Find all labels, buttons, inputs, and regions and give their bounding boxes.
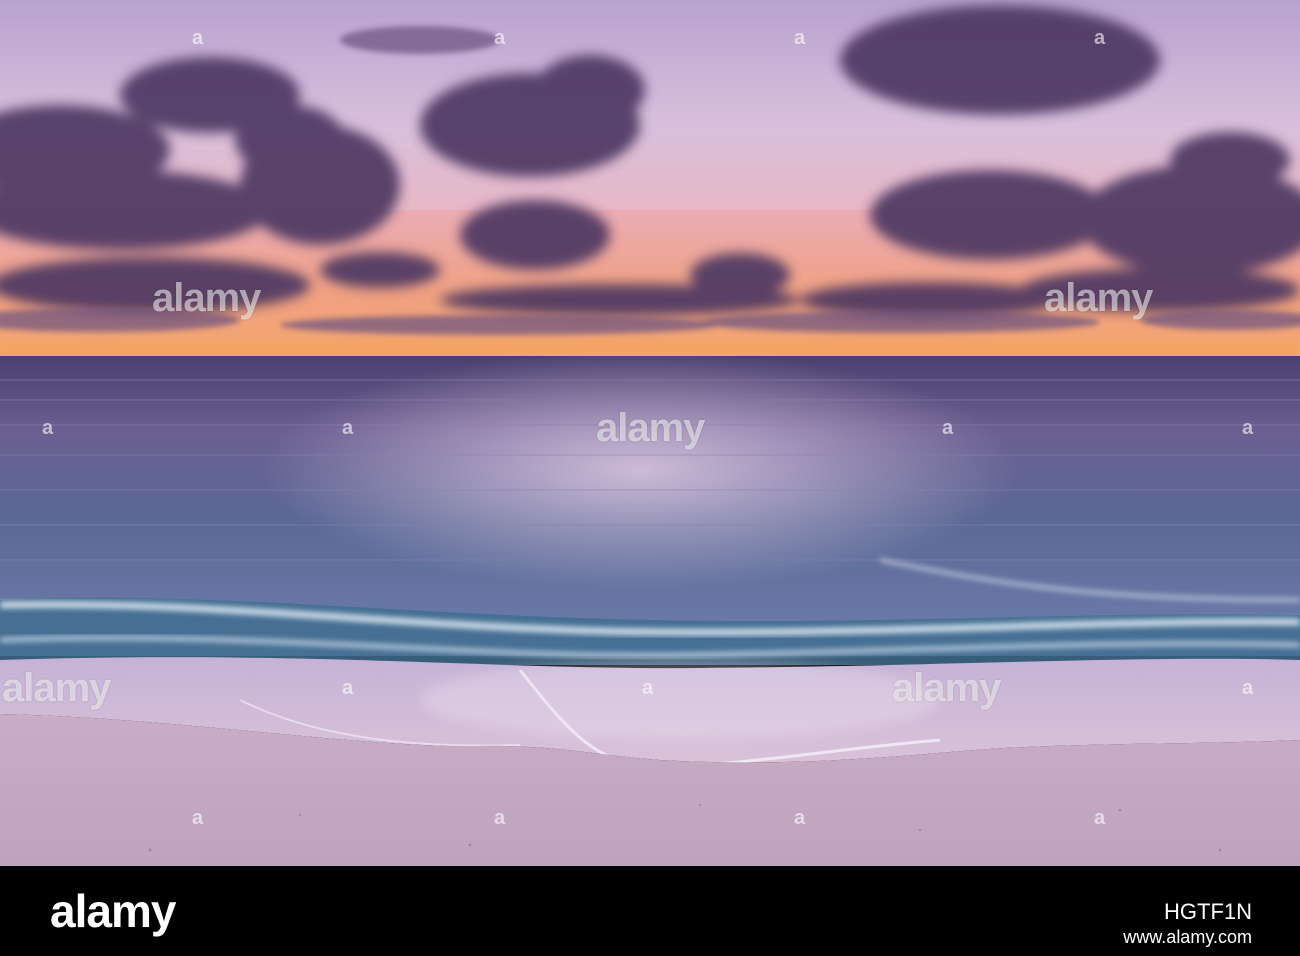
image-id: HGTF1N (1164, 899, 1252, 924)
alamy-logo: alamy (50, 885, 176, 937)
stock-photo-frame: a a a a a a a a a a a a a a a alamy alam… (0, 0, 1300, 956)
site-url: www.alamy.com (1123, 927, 1252, 947)
beach-sunset-photo (0, 0, 1300, 866)
footer-bar: alamy HGTF1N www.alamy.com (0, 866, 1300, 956)
